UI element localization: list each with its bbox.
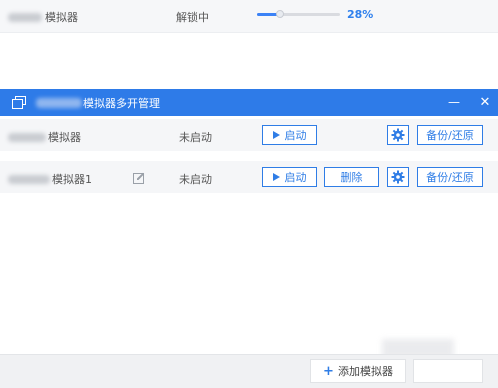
add-emulator-button[interactable]: + 添加模拟器 [310, 359, 406, 383]
emulator-name-text: 模拟器 [48, 131, 81, 144]
background-emulator-name-text: 模拟器 [45, 11, 78, 24]
redacted-name-blur [8, 12, 42, 22]
emulator-name: 模拟器 [8, 129, 81, 145]
multi-window-icon [12, 96, 26, 109]
add-emulator-label: 添加模拟器 [337, 365, 393, 378]
settings-button[interactable] [387, 167, 409, 187]
background-emulator-list: 模拟器 解锁中 28% [0, 0, 498, 88]
background-status-text: 解锁中 [176, 11, 209, 24]
play-icon [272, 173, 280, 181]
gear-icon [391, 128, 405, 142]
start-button[interactable]: 启动 [262, 125, 317, 145]
emulator-row: 模拟器1 未启动 启动 删除 备份/还原 [0, 161, 498, 193]
unlock-progress-bar [257, 10, 340, 18]
dialog-title: 模拟器多开管理 [36, 95, 160, 111]
dialog-footer: + 添加模拟器 [0, 354, 498, 388]
backup-restore-button[interactable]: 备份/还原 [417, 125, 483, 145]
gear-icon [391, 170, 405, 184]
dialog-titlebar: 模拟器多开管理 — ✕ [0, 89, 498, 116]
backup-restore-button[interactable]: 备份/还原 [417, 167, 483, 187]
close-icon: ✕ [479, 94, 491, 110]
redacted-title-blur [36, 98, 82, 108]
redacted-name-blur [8, 174, 50, 184]
settings-button[interactable] [387, 125, 409, 145]
start-button-label: 启动 [284, 129, 307, 142]
unlock-progress-percent: 28% [347, 8, 374, 21]
delete-button[interactable]: 删除 [324, 167, 379, 187]
dialog-title-text: 模拟器多开管理 [83, 97, 160, 110]
close-button[interactable]: ✕ [474, 91, 496, 113]
emulator-name: 模拟器1 [8, 171, 92, 187]
edit-icon[interactable] [133, 172, 145, 184]
play-icon [272, 131, 280, 139]
redacted-name-blur [8, 132, 46, 142]
start-button[interactable]: 启动 [262, 167, 317, 187]
start-button-label: 启动 [284, 171, 307, 184]
progress-knob [276, 10, 285, 18]
emulator-status: 未启动 [179, 173, 212, 186]
background-list-row: 模拟器 解锁中 28% [0, 0, 498, 33]
minimize-button[interactable]: — [443, 91, 465, 113]
footer-secondary-button[interactable] [413, 359, 483, 383]
background-emulator-name: 模拟器 [8, 9, 78, 25]
emulator-name-text: 模拟器1 [52, 173, 92, 186]
emulator-status: 未启动 [179, 131, 212, 144]
multi-instance-manager-dialog: 模拟器多开管理 — ✕ 模拟器 未启动 启动 备份/还原 模拟器1 未启动 启动… [0, 89, 498, 388]
plus-icon: + [323, 363, 334, 379]
emulator-row: 模拟器 未启动 启动 备份/还原 [0, 119, 498, 151]
minimize-icon: — [448, 95, 460, 109]
